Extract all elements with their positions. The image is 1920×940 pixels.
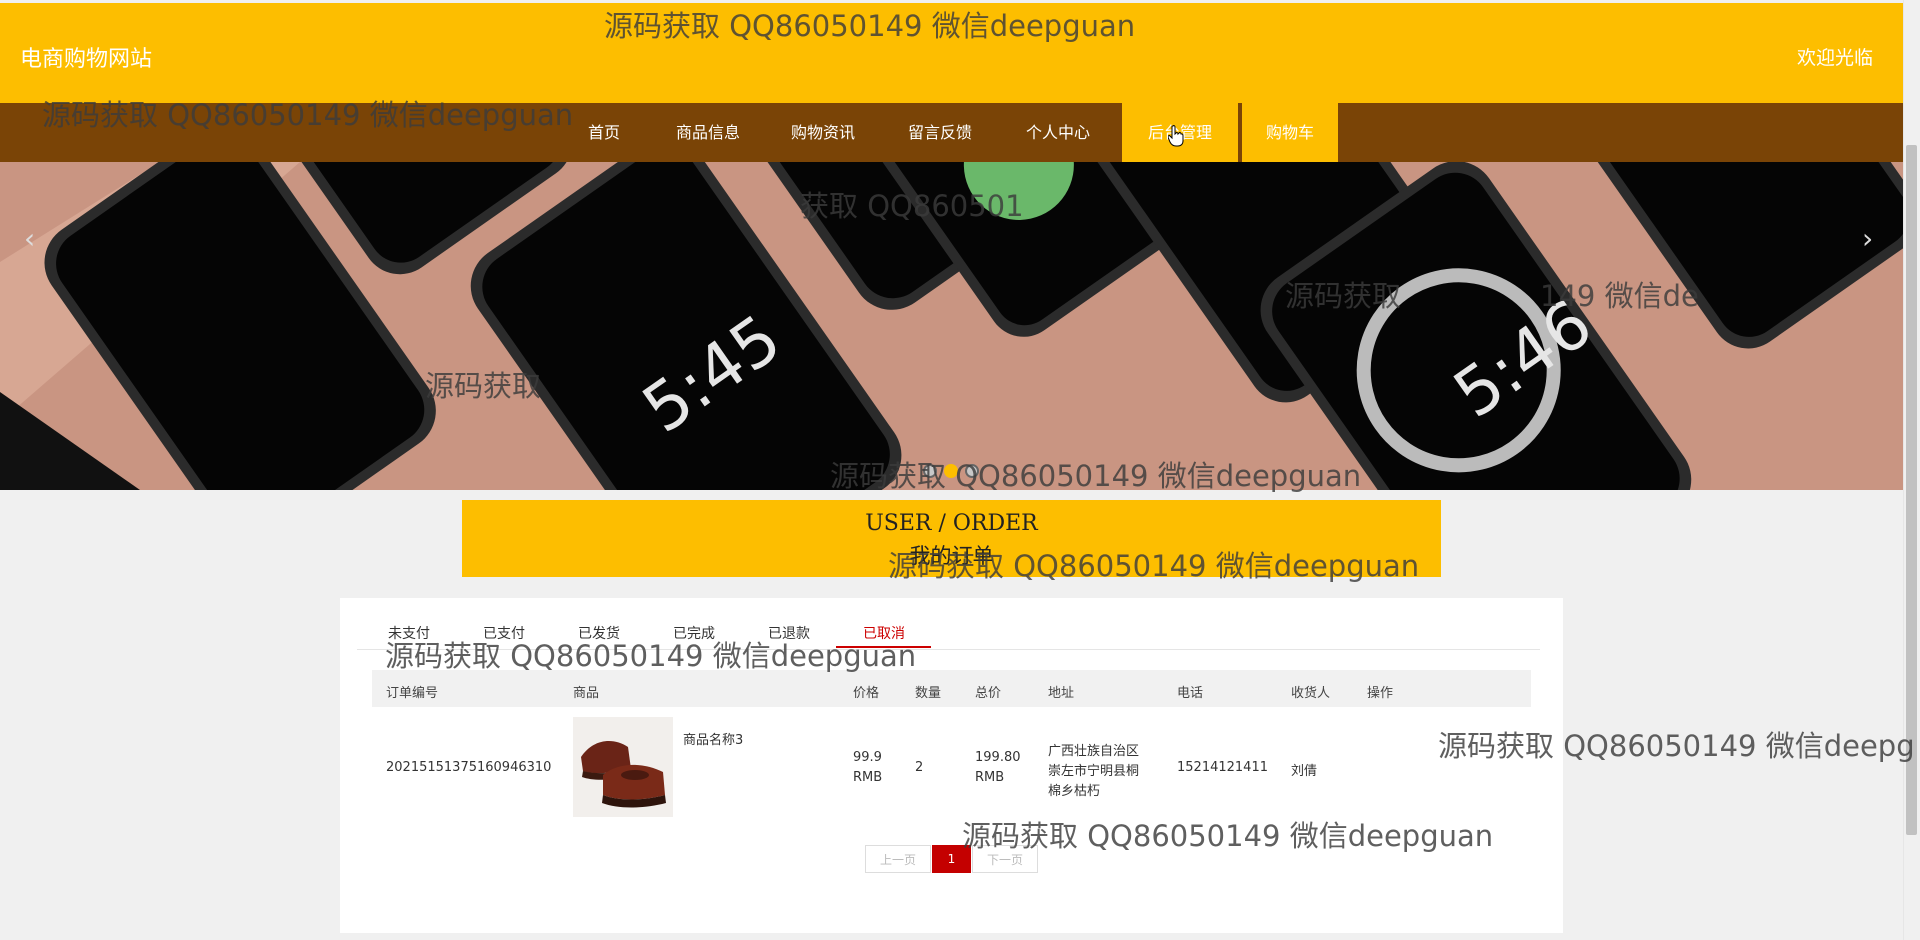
nav-item-home[interactable]: 首页	[572, 103, 636, 162]
product-name[interactable]: 商品名称3	[683, 729, 743, 748]
col-header-order-no: 订单编号	[386, 686, 439, 701]
col-header-actions: 操作	[1367, 686, 1394, 701]
scrollbar-thumb[interactable]	[1906, 145, 1917, 835]
nav-item-cart[interactable]: 购物车	[1242, 103, 1338, 162]
banner-image: 5:45 5:46	[0, 162, 1903, 490]
order-section-header: USER / ORDER 我的订单	[462, 500, 1441, 577]
tab-unpaid[interactable]: 未支付	[388, 623, 430, 643]
current-page-button[interactable]: 1	[932, 845, 971, 873]
price-unit: RMB	[853, 770, 883, 785]
carousel-dot[interactable]	[923, 464, 937, 478]
nav-item-profile[interactable]: 个人中心	[1018, 103, 1098, 162]
carousel-next-icon[interactable]: ›	[1862, 222, 1873, 255]
col-header-address: 地址	[1048, 686, 1075, 701]
prev-page-button[interactable]: 上一页	[865, 845, 931, 873]
tab-shipped[interactable]: 已发货	[578, 623, 620, 643]
top-header: 电商购物网站 欢迎光临	[0, 3, 1903, 103]
site-title[interactable]: 电商购物网站	[20, 41, 152, 73]
tab-completed[interactable]: 已完成	[673, 623, 715, 643]
col-header-quantity: 数量	[915, 686, 942, 701]
carousel-dot[interactable]	[965, 464, 979, 478]
carousel-dots	[923, 463, 986, 482]
total-value: 199.80	[975, 750, 1021, 765]
shoe-image-icon	[573, 717, 673, 817]
col-header-total: 总价	[975, 686, 1002, 701]
col-header-price: 价格	[853, 686, 880, 701]
main-nav: 首页 商品信息 购物资讯 留言反馈 个人中心 后台管理 购物车	[0, 103, 1903, 162]
receiver-name: 刘倩	[1291, 764, 1318, 779]
col-header-receiver: 收货人	[1291, 686, 1331, 701]
order-header-en: USER / ORDER	[865, 511, 1038, 536]
price-value: 99.9	[853, 750, 882, 765]
nav-item-products[interactable]: 商品信息	[668, 103, 748, 162]
order-header-cn: 我的订单	[909, 544, 994, 568]
tab-divider	[357, 649, 1540, 650]
welcome-text: 欢迎光临	[1796, 47, 1873, 69]
tab-paid[interactable]: 已支付	[483, 623, 525, 643]
order-number: 20215151375160946310	[386, 760, 552, 775]
total-unit: RMB	[975, 770, 1005, 785]
hand-cursor-icon	[1168, 125, 1184, 147]
nav-item-feedback[interactable]: 留言反馈	[900, 103, 980, 162]
address-line-3: 棉乡枯朽	[1048, 784, 1101, 799]
product-thumbnail[interactable]	[573, 717, 673, 817]
tab-refunded[interactable]: 已退款	[768, 623, 810, 643]
next-page-button[interactable]: 下一页	[972, 845, 1038, 873]
quantity-value: 2	[915, 760, 924, 775]
col-header-product: 商品	[573, 686, 600, 701]
col-header-phone: 电话	[1177, 686, 1204, 701]
order-table-header	[372, 670, 1531, 707]
banner-carousel[interactable]: 5:45 5:46	[0, 162, 1903, 490]
nav-item-news[interactable]: 购物资讯	[783, 103, 863, 162]
active-tab-underline	[836, 646, 931, 648]
address-line-1: 广西壮族自治区	[1048, 744, 1140, 759]
phone-number: 15214121411	[1177, 760, 1268, 775]
address-line-2: 崇左市宁明县桐	[1048, 764, 1140, 779]
carousel-dot[interactable]	[944, 464, 958, 478]
carousel-prev-icon[interactable]: ‹	[24, 222, 35, 255]
tab-cancelled[interactable]: 已取消	[863, 623, 905, 643]
